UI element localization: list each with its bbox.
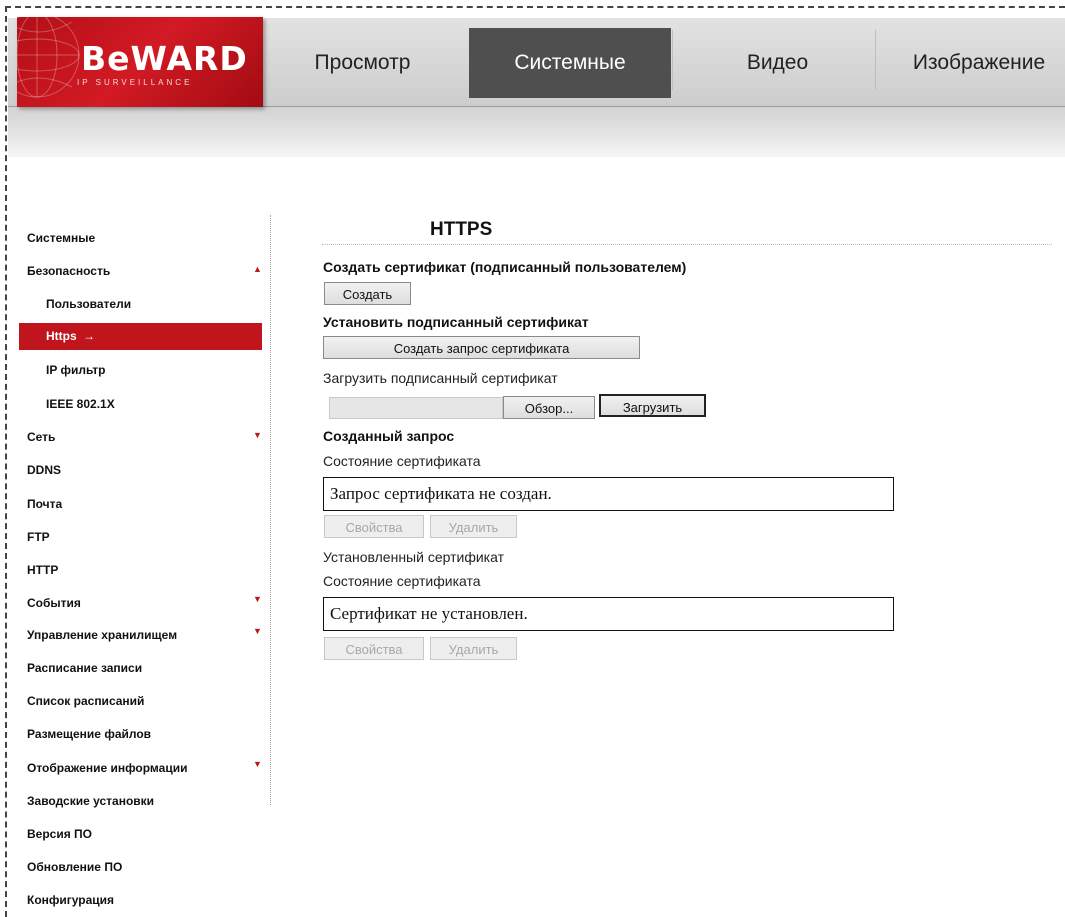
logo-tagline: IP SURVEILLANCE — [77, 78, 193, 87]
properties-button[interactable]: Свойства — [324, 515, 424, 538]
upload-label: Загрузить подписанный сертификат — [323, 370, 558, 386]
browse-button[interactable]: Обзор... — [503, 396, 595, 419]
sidebar-item-https[interactable]: Https → — [19, 323, 262, 350]
sidebar-item-label: Https — [46, 329, 77, 343]
sidebar-item-file-placement[interactable]: Размещение файлов — [27, 727, 151, 741]
sidebar-item-record-schedule[interactable]: Расписание записи — [27, 661, 142, 675]
logo-wordmark: BeWARD — [81, 39, 248, 78]
current-page-arrow-icon: → — [83, 329, 96, 343]
file-path-field[interactable] — [329, 397, 503, 419]
title-underline — [322, 244, 1052, 245]
properties-button[interactable]: Свойства — [324, 637, 424, 660]
installed-status-field: Сертификат не установлен. — [323, 597, 894, 631]
sidebar-item-info-display[interactable]: Отображение информации — [27, 761, 187, 775]
sidebar-item-configuration[interactable]: Конфигурация — [27, 893, 114, 907]
page-frame-top — [5, 6, 1065, 8]
sidebar-item-ftp[interactable]: FTP — [27, 530, 50, 544]
sidebar-item-events[interactable]: События — [27, 596, 81, 610]
sidebar-item-ddns[interactable]: DDNS — [27, 463, 61, 477]
sidebar-item-storage[interactable]: Управление хранилищем — [27, 628, 177, 642]
tab-view[interactable]: Просмотр — [285, 28, 440, 98]
tab-system[interactable]: Системные — [469, 28, 671, 98]
install-cert-heading: Установить подписанный сертификат — [323, 314, 589, 330]
expand-down-arrow-icon[interactable]: ▼ — [253, 759, 262, 769]
create-button[interactable]: Создать — [324, 282, 411, 305]
expand-down-arrow-icon[interactable]: ▼ — [253, 594, 262, 604]
tab-divider — [672, 30, 673, 90]
tab-divider — [875, 30, 876, 90]
sidebar-item-firmware-update[interactable]: Обновление ПО — [27, 860, 122, 874]
header-subbar — [8, 106, 1065, 157]
cert-state-label: Состояние сертификата — [323, 573, 481, 589]
expand-down-arrow-icon[interactable]: ▼ — [253, 430, 262, 440]
sidebar-item-schedule-list[interactable]: Список расписаний — [27, 694, 144, 708]
expand-down-arrow-icon[interactable]: ▼ — [253, 626, 262, 636]
sidebar-item-users[interactable]: Пользователи — [46, 297, 131, 311]
sidebar-item-system[interactable]: Системные — [27, 231, 95, 245]
expand-up-arrow-icon[interactable]: ▲ — [253, 264, 262, 274]
delete-button[interactable]: Удалить — [430, 515, 517, 538]
sidebar-item-factory-reset[interactable]: Заводские установки — [27, 794, 154, 808]
beward-logo: BeWARD IP SURVEILLANCE — [17, 17, 263, 107]
sidebar-item-network[interactable]: Сеть — [27, 430, 55, 444]
sidebar-divider — [270, 215, 271, 805]
sidebar-item-security[interactable]: Безопасность — [27, 264, 110, 278]
delete-button[interactable]: Удалить — [430, 637, 517, 660]
sidebar-item-ip-filter[interactable]: IP фильтр — [46, 363, 105, 377]
created-request-heading: Созданный запрос — [323, 428, 455, 444]
upload-button[interactable]: Загрузить — [599, 394, 706, 417]
request-status-field: Запрос сертификата не создан. — [323, 477, 894, 511]
tab-image[interactable]: Изображение — [895, 28, 1063, 98]
sidebar-item-http[interactable]: HTTP — [27, 563, 58, 577]
tab-video[interactable]: Видео — [690, 28, 865, 98]
sidebar-item-firmware-version[interactable]: Версия ПО — [27, 827, 92, 841]
installed-cert-label: Установленный сертификат — [323, 549, 504, 565]
page-frame-left — [5, 6, 7, 917]
sidebar-item-ieee[interactable]: IEEE 802.1X — [46, 397, 115, 411]
create-request-button[interactable]: Создать запрос сертификата — [323, 336, 640, 359]
cert-state-label: Состояние сертификата — [323, 453, 481, 469]
sidebar-item-mail[interactable]: Почта — [27, 497, 62, 511]
page-title: HTTPS — [430, 219, 493, 240]
create-cert-heading: Создать сертификат (подписанный пользова… — [323, 259, 687, 275]
